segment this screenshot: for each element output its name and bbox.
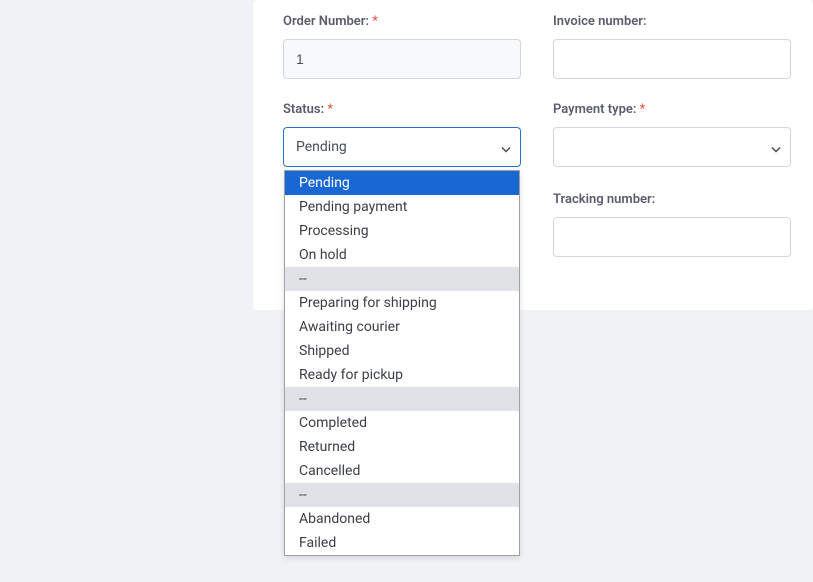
status-group: Status: * Pending (283, 102, 521, 167)
dropdown-item[interactable]: Returned (285, 435, 519, 459)
dropdown-item[interactable]: Pending (285, 171, 519, 195)
invoice-number-input[interactable] (553, 39, 791, 79)
label-text: Invoice number: (553, 14, 647, 29)
dropdown-item[interactable]: Pending payment (285, 195, 519, 219)
dropdown-item[interactable]: Processing (285, 219, 519, 243)
status-label: Status: * (283, 102, 521, 117)
dropdown-item[interactable]: Preparing for shipping (285, 291, 519, 315)
tracking-number-label: Tracking number: (553, 192, 791, 207)
dropdown-separator: -- (285, 483, 519, 507)
payment-type-select[interactable] (553, 127, 791, 167)
status-select-wrapper: Pending (283, 127, 521, 167)
order-number-group: Order Number: * (283, 14, 521, 79)
dropdown-item[interactable]: Cancelled (285, 459, 519, 483)
label-text: Status: (283, 102, 324, 117)
dropdown-item[interactable]: Ready for pickup (285, 363, 519, 387)
dropdown-separator: -- (285, 387, 519, 411)
payment-type-select-wrapper (553, 127, 791, 167)
tracking-number-input[interactable] (553, 217, 791, 257)
label-text: Payment type: (553, 102, 636, 117)
required-star: * (372, 14, 378, 29)
payment-type-label: Payment type: * (553, 102, 791, 117)
status-select[interactable]: Pending (283, 127, 521, 167)
order-number-label: Order Number: * (283, 14, 521, 29)
dropdown-item[interactable]: Completed (285, 411, 519, 435)
dropdown-item[interactable]: Abandoned (285, 507, 519, 531)
label-text: Tracking number: (553, 192, 655, 207)
status-select-value: Pending (296, 139, 347, 155)
invoice-number-group: Invoice number: (553, 14, 791, 79)
order-number-input[interactable] (283, 39, 521, 79)
label-text: Order Number: (283, 14, 369, 29)
required-star: * (327, 102, 333, 117)
dropdown-separator: -- (285, 267, 519, 291)
dropdown-item[interactable]: Awaiting courier (285, 315, 519, 339)
dropdown-item[interactable]: Failed (285, 531, 519, 555)
status-dropdown[interactable]: PendingPending paymentProcessingOn hold-… (284, 170, 520, 556)
dropdown-item[interactable]: On hold (285, 243, 519, 267)
tracking-number-group: Tracking number: (553, 192, 791, 257)
invoice-number-label: Invoice number: (553, 14, 791, 29)
dropdown-item[interactable]: Shipped (285, 339, 519, 363)
payment-type-group: Payment type: * (553, 102, 791, 167)
required-star: * (640, 102, 646, 117)
